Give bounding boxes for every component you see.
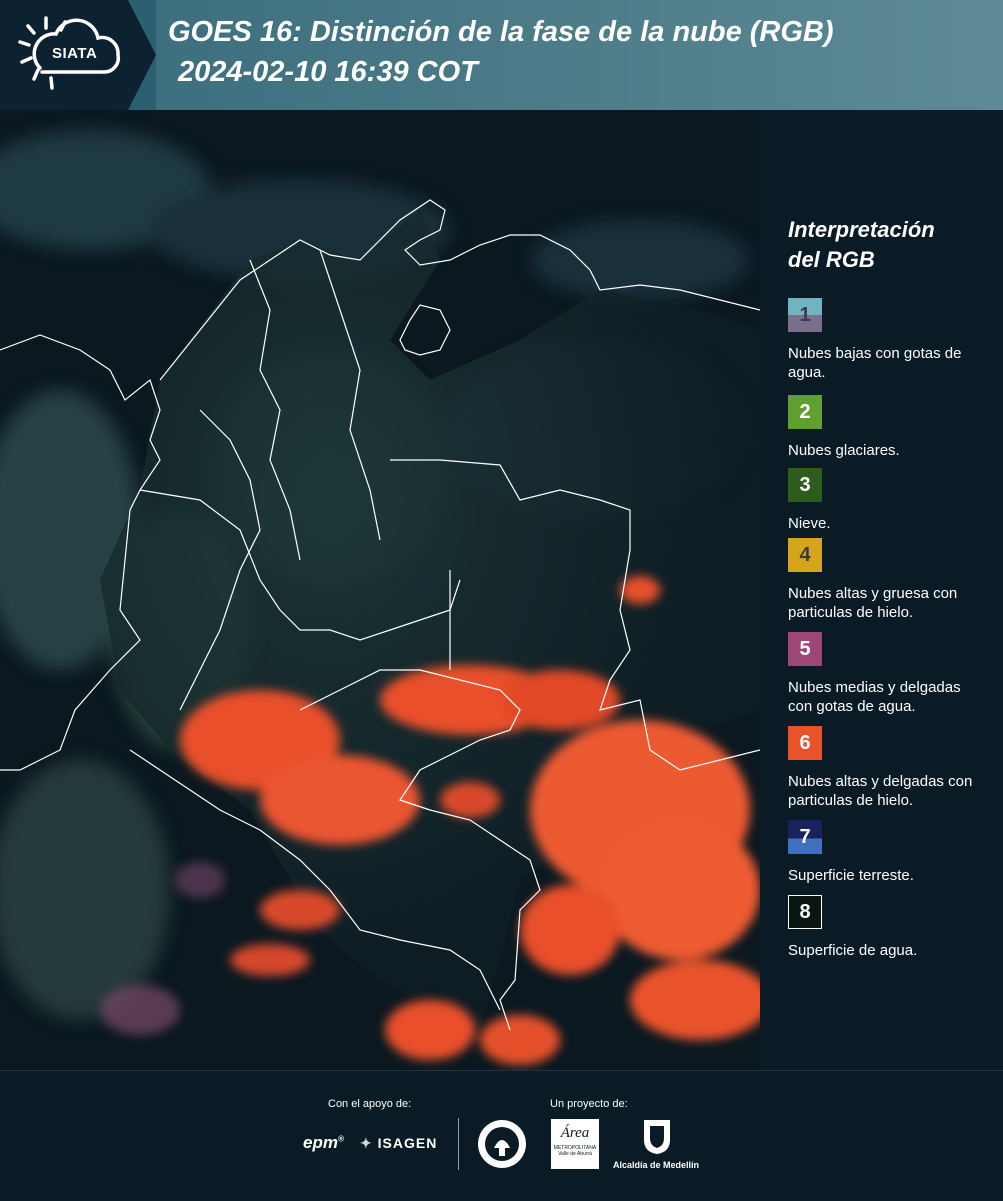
medellin-shield-icon	[644, 1120, 670, 1154]
legend-panel: Interpretación del RGB 1 Nubes bajas con…	[760, 110, 1003, 1070]
isagen-logo: ✦ ISAGEN	[360, 1135, 437, 1152]
area-line3: Valle de Aburrá	[558, 1151, 592, 1157]
legend-swatch-8: 8	[788, 895, 822, 929]
legend-label-2: Nubes glaciares.	[788, 442, 900, 459]
legend-swatch-3: 3	[788, 468, 822, 502]
page-title: GOES 16: Distinción de la fase de la nub…	[168, 16, 834, 48]
legend-label-1: Nubes bajas con gotas de agua.	[788, 345, 962, 381]
page-subtitle: 2024-02-10 16:39 COT	[178, 56, 478, 88]
legend-item-1: 1 Nubes bajas con gotas de agua.	[788, 298, 988, 382]
footer: Con el apoyo de: Un proyecto de: epm® ✦ …	[0, 1070, 1003, 1201]
epm-logo: epm®	[303, 1133, 344, 1152]
legend-label-6: Nubes altas y delgadas con particulas de…	[788, 773, 973, 809]
footer-divider	[458, 1118, 459, 1170]
isagen-text: ISAGEN	[377, 1135, 438, 1151]
legend-label-4: Nubes altas y gruesa con particulas de h…	[788, 585, 958, 621]
legend-item-6: 6 Nubes altas y delgadas con particulas …	[788, 726, 988, 810]
legend-number-7: 7	[799, 826, 811, 848]
legend-title-line1: Interpretación	[788, 217, 935, 242]
isagen-star-icon: ✦	[360, 1135, 373, 1151]
area-text: Área	[560, 1125, 590, 1141]
legend-item-2: 2 Nubes glaciares.	[788, 395, 988, 460]
legend-title: Interpretación del RGB	[788, 215, 935, 275]
legend-number-5: 5	[799, 638, 811, 660]
support-label: Con el apoyo de:	[328, 1098, 412, 1110]
project-label: Un proyecto de:	[550, 1098, 628, 1110]
header: SIATA GOES 16: Distinción de la fase de …	[0, 0, 1003, 110]
legend-label-7: Superficie terreste.	[788, 867, 914, 884]
legend-label-3: Nieve.	[788, 515, 831, 532]
legend-swatch-1: 1	[788, 298, 822, 332]
logo-text: SIATA	[52, 45, 98, 62]
epm-text: epm	[303, 1133, 338, 1152]
logo-arrow	[128, 0, 156, 110]
legend-swatch-5: 5	[788, 632, 822, 666]
legend-swatch-7: 7	[788, 820, 822, 854]
area-metropolitana-logo: Área METROPOLITANA Valle de Aburrá	[551, 1119, 599, 1169]
legend-item-3: 3 Nieve.	[788, 468, 988, 533]
legend-swatch-6: 6	[788, 726, 822, 760]
legend-number-6: 6	[799, 732, 811, 754]
legend-swatch-4: 4	[788, 538, 822, 572]
seal-logo-icon	[478, 1120, 526, 1168]
legend-label-5: Nubes medias y delgadas con gotas de agu…	[788, 679, 961, 715]
legend-number-8: 8	[799, 901, 811, 923]
legend-number-4: 4	[799, 544, 811, 566]
siata-logo: SIATA	[0, 0, 128, 110]
alcaldia-text: Alcaldía de Medellín	[613, 1160, 700, 1170]
legend-number-2: 2	[799, 401, 811, 423]
legend-item-7: 7 Superficie terreste.	[788, 820, 988, 885]
legend-swatch-2: 2	[788, 395, 822, 429]
legend-item-8: 8 Superficie de agua.	[788, 895, 988, 960]
legend-number-3: 3	[799, 474, 811, 496]
legend-label-8: Superficie de agua.	[788, 942, 918, 959]
legend-title-line2: del RGB	[788, 247, 875, 272]
legend-number-1: 1	[799, 304, 811, 326]
legend-item-5: 5 Nubes medias y delgadas con gotas de a…	[788, 632, 988, 716]
legend-item-4: 4 Nubes altas y gruesa con particulas de…	[788, 538, 988, 622]
satellite-map	[0, 110, 760, 1070]
